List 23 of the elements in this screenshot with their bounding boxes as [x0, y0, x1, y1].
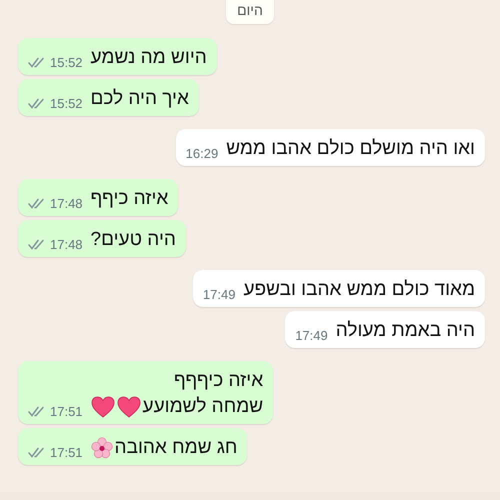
heart-icon — [116, 396, 141, 418]
message-text: איזה כיףף — [90, 187, 168, 211]
message-time: 17:49 — [295, 328, 328, 343]
message-text: איך היה לכם — [90, 87, 189, 111]
message-text: חג שמח אהובה — [114, 436, 238, 460]
date-label: היום — [226, 0, 274, 24]
heart-icon — [90, 396, 115, 418]
message-time: 17:51 — [50, 445, 83, 460]
message-text: ואו היה מושלם כולם אהבו ממש — [226, 137, 475, 161]
message-time: 17:48 — [50, 196, 83, 211]
message-time: 16:29 — [186, 146, 218, 161]
message-time: 17:48 — [50, 237, 83, 252]
message-text: מאוד כולם ממש אהבו ובשפע — [243, 278, 475, 302]
message-time: 15:52 — [50, 96, 83, 111]
message-text: היוש מה נשמע — [90, 46, 207, 70]
flower-icon — [90, 437, 113, 459]
message-time: 15:52 — [50, 55, 83, 70]
message-text: היה באמת מעולה — [336, 319, 475, 343]
message-time: 17:49 — [202, 287, 236, 302]
message-text: היה טעים? — [90, 228, 176, 252]
message-time: 17:51 — [50, 404, 83, 419]
message-text: שמחה לשמועע — [142, 395, 264, 419]
message-text: איזה כיףףף — [174, 369, 264, 393]
